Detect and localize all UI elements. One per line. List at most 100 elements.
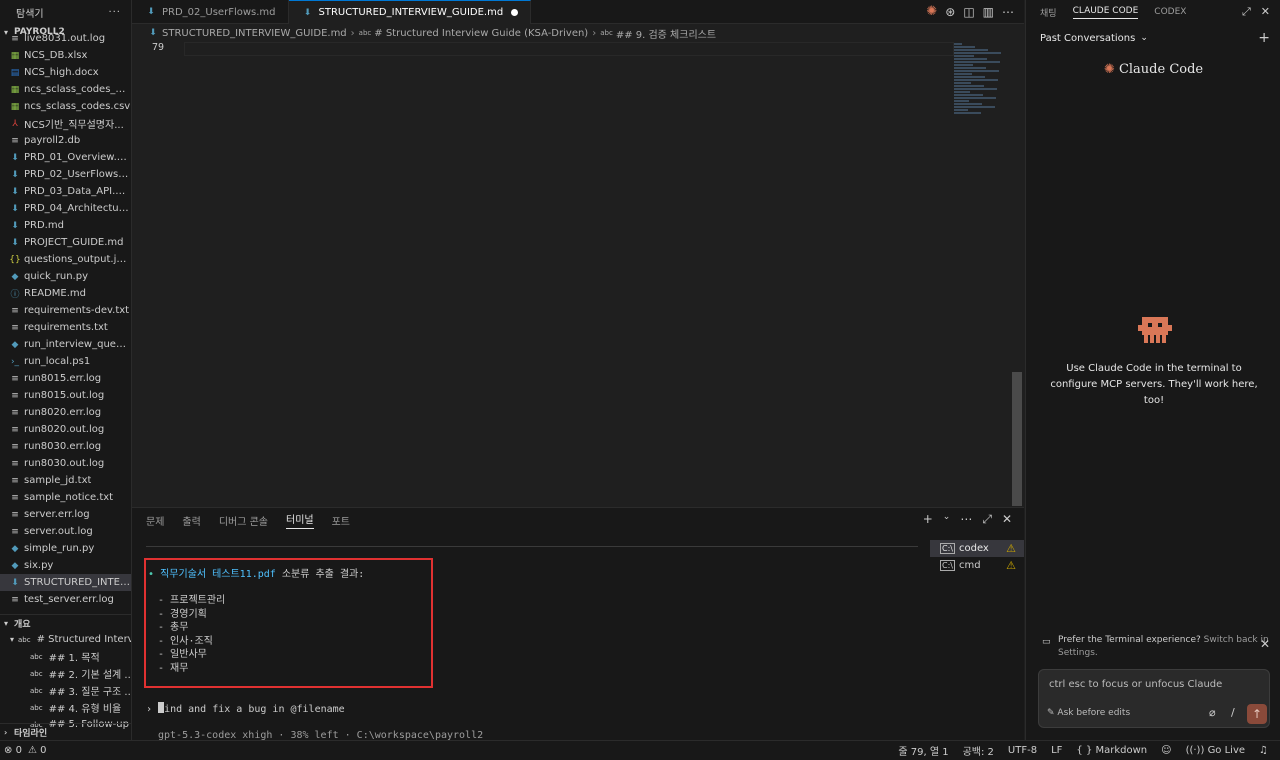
new-conversation-icon[interactable]: +: [1258, 30, 1270, 46]
more-actions-icon[interactable]: ⋯: [1002, 5, 1014, 19]
claude-code-icon[interactable]: ✺: [926, 4, 937, 19]
file-item[interactable]: ≡ payroll2.db: [0, 132, 131, 149]
close-icon[interactable]: ✕: [1261, 5, 1270, 19]
breadcrumb-file[interactable]: STRUCTURED_INTERVIEW_GUIDE.md: [162, 28, 347, 39]
file-item[interactable]: ⬇ PRD_01_Overview.md: [0, 149, 131, 166]
file-item[interactable]: ◆ simple_run.py: [0, 540, 131, 557]
editor-area[interactable]: 79: [132, 42, 1024, 507]
more-actions-icon[interactable]: ⋯: [960, 512, 972, 527]
language-mode[interactable]: { } Markdown: [1076, 745, 1147, 756]
minimap[interactable]: [954, 42, 1012, 122]
unsaved-dot-icon[interactable]: [511, 9, 519, 16]
close-icon[interactable]: ✕: [1002, 512, 1012, 527]
file-item[interactable]: ▤ NCS_high.docx: [0, 64, 131, 81]
cursor-position[interactable]: 줄 79, 열 1: [898, 743, 948, 758]
file-item[interactable]: ⬇ PRD_02_UserFlows.md: [0, 166, 131, 183]
file-item[interactable]: ≡ run8015.err.log: [0, 370, 131, 387]
tab-structured-interview-guide[interactable]: ⬇ STRUCTURED_INTERVIEW_GUIDE.md: [288, 0, 532, 24]
terminal-prompt[interactable]: › ind and fix a bug in @filename: [146, 702, 345, 716]
file-name: STRUCTURED_INTERVI...: [24, 577, 131, 588]
indentation[interactable]: 공백: 2: [963, 743, 994, 758]
problems-indicator[interactable]: ⊗ 0 ⚠ 0: [0, 745, 46, 756]
encoding[interactable]: UTF-8: [1008, 745, 1037, 756]
tab-terminal[interactable]: 터미널: [286, 511, 314, 529]
file-item[interactable]: ≡ requirements.txt: [0, 319, 131, 336]
close-icon[interactable]: ✕: [1260, 638, 1270, 651]
outline-item[interactable]: abc ## 1. 목적: [0, 648, 131, 665]
breadcrumb-h2[interactable]: ## 9. 검증 체크리스트: [616, 26, 716, 41]
file-item[interactable]: ⬇ PRD_03_Data_API.md: [0, 183, 131, 200]
tab-output[interactable]: 출력: [182, 513, 200, 528]
file-item[interactable]: ⬇ PRD_04_Architecture....: [0, 200, 131, 217]
pdf-icon: ⅄: [12, 118, 18, 129]
prompt-text: ind and fix a bug in @filename: [164, 704, 345, 715]
terminal-item-codex[interactable]: C:\ codex ⚠: [930, 540, 1024, 557]
file-item[interactable]: ◆ quick_run.py: [0, 268, 131, 285]
maximize-panel-icon[interactable]: ⤢: [982, 512, 992, 527]
file-item[interactable]: ⬇ PRD.md: [0, 217, 131, 234]
file-item[interactable]: ›_ run_local.ps1: [0, 353, 131, 370]
file-item[interactable]: ⅄ NCS기반_직무설명자...: [0, 115, 131, 132]
ask-before-edits-toggle[interactable]: ✎ Ask before edits: [1047, 708, 1130, 718]
past-conversations-dropdown[interactable]: Past Conversations ⌄ +: [1026, 24, 1280, 52]
more-actions-icon[interactable]: ···: [108, 7, 121, 18]
file-item[interactable]: ⬇ PROJECT_GUIDE.md: [0, 234, 131, 251]
go-live-button[interactable]: ((·)) Go Live: [1186, 745, 1245, 756]
send-button[interactable]: ↑: [1247, 704, 1267, 724]
openai-icon[interactable]: ⊛: [945, 5, 955, 19]
chevron-down-icon[interactable]: ⌄: [943, 512, 951, 527]
file-item[interactable]: ≡ test_server.err.log: [0, 591, 131, 608]
slash-command-icon[interactable]: /: [1231, 706, 1235, 719]
file-name: questions_output.json: [24, 254, 131, 265]
file-item[interactable]: ▦ ncs_sclass_codes.csv: [0, 98, 131, 115]
copilot-icon[interactable]: ☺: [1161, 745, 1171, 756]
notifications-icon[interactable]: ♫: [1259, 745, 1268, 756]
file-item[interactable]: ◆ run_interview_questio...: [0, 336, 131, 353]
file-item[interactable]: ≡ sample_jd.txt: [0, 472, 131, 489]
file-item[interactable]: ◆ six.py: [0, 557, 131, 574]
file-item[interactable]: ≡ run8015.out.log: [0, 387, 131, 404]
split-editor-icon[interactable]: ▥: [983, 5, 994, 19]
compare-icon[interactable]: ◫: [963, 5, 974, 19]
tab-prd-02-userflows[interactable]: ⬇ PRD_02_UserFlows.md: [132, 0, 289, 24]
file-item[interactable]: ≡ run8030.err.log: [0, 438, 131, 455]
terminal-output[interactable]: • 직무기술서 테스트11.pdf 소분류 추출 결과: - 프로젝트관리 - 경…: [132, 548, 922, 741]
terminal-heading: • 직무기술서 테스트11.pdf 소분류 추출 결과:: [148, 568, 364, 581]
file-item[interactable]: ▦ ncs_sclass_codes_with...: [0, 81, 131, 98]
file-item[interactable]: ≡ server.err.log: [0, 506, 131, 523]
outline-item[interactable]: abc ## 3. 질문 구조 ...: [0, 682, 131, 699]
file-item[interactable]: ≡ run8030.out.log: [0, 455, 131, 472]
maximize-icon[interactable]: ⤢: [1242, 5, 1251, 19]
tab-problems[interactable]: 문제: [146, 513, 164, 528]
file-item[interactable]: ⓘ README.md: [0, 285, 131, 302]
attach-icon[interactable]: ⌀: [1209, 706, 1216, 719]
tab-ports[interactable]: 포트: [332, 513, 350, 528]
file-name: run8015.out.log: [24, 390, 105, 401]
file-item[interactable]: ⬇ STRUCTURED_INTERVI...: [0, 574, 131, 591]
file-item[interactable]: {} questions_output.json: [0, 251, 131, 268]
file-item[interactable]: ≡ live8031.out.log: [0, 30, 131, 47]
outline-item[interactable]: ▾ abc # Structured Interv...: [0, 631, 131, 648]
breadcrumb-h1[interactable]: # Structured Interview Guide (KSA-Driven…: [374, 28, 588, 39]
new-terminal-icon[interactable]: +: [923, 512, 933, 527]
timeline-section-header[interactable]: › 타임라인: [0, 723, 131, 740]
terminal-item-cmd[interactable]: C:\ cmd ⚠: [930, 557, 1024, 574]
outline-item[interactable]: abc ## 2. 기본 설계 ...: [0, 665, 131, 682]
file-name: NCS기반_직무설명자...: [24, 120, 124, 131]
file-item[interactable]: ≡ requirements-dev.txt: [0, 302, 131, 319]
claude-input[interactable]: ctrl esc to focus or unfocus Claude ✎ As…: [1038, 669, 1270, 728]
file-item[interactable]: ▦ NCS_DB.xlsx: [0, 47, 131, 64]
file-item[interactable]: ≡ server.out.log: [0, 523, 131, 540]
file-item[interactable]: ≡ sample_notice.txt: [0, 489, 131, 506]
tab-chat[interactable]: 채팅: [1040, 6, 1057, 19]
file-item[interactable]: ≡ run8020.out.log: [0, 421, 131, 438]
file-item[interactable]: ≡ run8020.err.log: [0, 404, 131, 421]
editor-scrollbar[interactable]: [1012, 372, 1022, 506]
tab-codex[interactable]: CODEX: [1154, 7, 1186, 17]
file-name: server.out.log: [24, 526, 93, 537]
tab-debug-console[interactable]: 디버그 콘솔: [219, 513, 268, 528]
tab-claude-code[interactable]: CLAUDE CODE: [1072, 6, 1139, 19]
outline-section-header[interactable]: ▾ 개요: [0, 614, 131, 631]
outline-item[interactable]: abc ## 4. 유형 비율: [0, 699, 131, 716]
end-of-line[interactable]: LF: [1051, 745, 1062, 756]
